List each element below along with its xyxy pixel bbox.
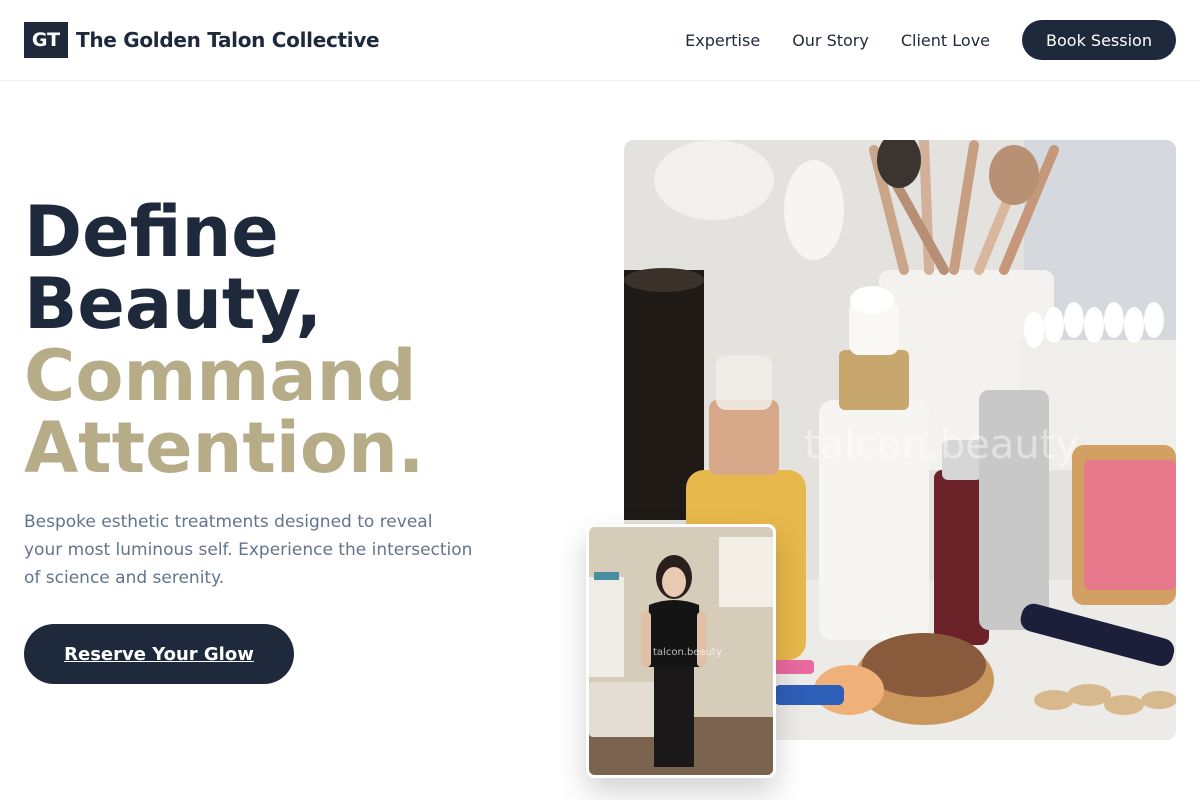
brand-logo[interactable]: GT The Golden Talon Collective (24, 22, 380, 58)
nav-link-expertise[interactable]: Expertise (685, 31, 760, 50)
portrait-watermark: talcon.beauty (653, 647, 722, 658)
hero-title-line-2: Beauty, (24, 263, 323, 345)
hero-title: Define Beauty, Command Attention. (24, 196, 424, 484)
esthetician-portrait-card: talcon.beauty (586, 524, 776, 778)
nav-link-our-story[interactable]: Our Story (792, 31, 869, 50)
book-session-button[interactable]: Book Session (1022, 20, 1176, 60)
main-nav: Expertise Our Story Client Love Book Ses… (685, 20, 1176, 60)
nav-link-client-love[interactable]: Client Love (901, 31, 990, 50)
hero-title-line-1: Define (24, 191, 279, 273)
image-watermark: talcon.beauty (804, 422, 1080, 468)
hero-title-line-3: Command (24, 335, 417, 417)
hero-description: Bespoke esthetic treatments designed to … (24, 512, 473, 588)
reserve-your-glow-button[interactable]: Reserve Your Glow (24, 624, 294, 684)
esthetician-photo: talcon.beauty (589, 527, 773, 775)
logo-mark: GT (24, 22, 68, 58)
brand-name: The Golden Talon Collective (76, 28, 380, 52)
hero-title-line-4: Attention. (24, 407, 425, 489)
site-header: GT The Golden Talon Collective Expertise… (0, 0, 1200, 81)
